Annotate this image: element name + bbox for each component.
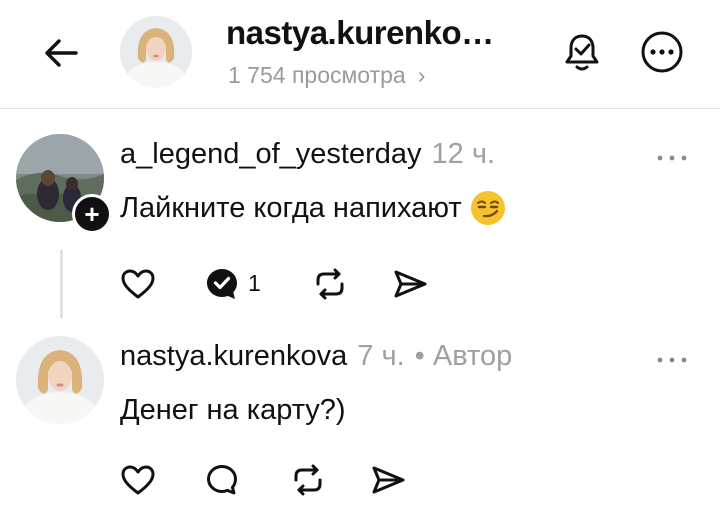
author-label: • Автор [414, 340, 513, 372]
like-button[interactable] [118, 460, 158, 500]
comment-body: Лайкните когда напихают [120, 191, 462, 224]
more-dots-icon [657, 155, 687, 161]
views-link[interactable]: 1 754 просмотра › [228, 62, 425, 89]
repost-button[interactable] [288, 460, 328, 500]
more-circle-icon [641, 31, 683, 73]
header: nastya.kurenko… 1 754 просмотра › [0, 0, 720, 108]
comment-more-button[interactable] [652, 348, 692, 372]
like-button[interactable] [118, 264, 158, 304]
repost-icon [294, 464, 322, 496]
comment-body: Денег на карту?) [120, 394, 346, 426]
profile-photo [120, 16, 192, 88]
author-avatar[interactable] [16, 336, 104, 424]
comment-time: 7 ч. [357, 340, 405, 372]
notifications-button[interactable] [560, 30, 604, 74]
header-avatar[interactable] [120, 16, 192, 88]
smirking-face-emoji [470, 191, 505, 225]
share-button[interactable] [390, 264, 430, 304]
heart-icon [121, 465, 155, 495]
more-dots-icon [657, 357, 687, 363]
more-options-button[interactable] [638, 28, 686, 76]
share-button[interactable] [368, 460, 408, 500]
heart-icon [121, 269, 155, 299]
reply-button[interactable] [202, 264, 242, 304]
comment-username[interactable]: nastya.kurenkova [120, 340, 347, 373]
repost-icon [316, 268, 344, 300]
bell-check-icon [565, 34, 599, 71]
comment-meta: a_legend_of_yesterday 12 ч. [120, 138, 495, 171]
views-count: 1 754 просмотра [228, 62, 406, 88]
reply-count: 1 [248, 270, 261, 296]
comment-text: Лайкните когда напихают [120, 190, 506, 226]
page-title: nastya.kurenko… [226, 14, 494, 51]
comment-time: 12 ч. [431, 138, 495, 170]
send-icon [372, 466, 405, 494]
thread-line [60, 250, 63, 318]
send-icon [394, 270, 427, 298]
reply-bubble-checked-icon [207, 269, 237, 299]
chevron-right-icon: › [417, 62, 426, 88]
repost-button[interactable] [310, 264, 350, 304]
reply-button[interactable] [202, 460, 242, 500]
comment-meta: nastya.kurenkova 7 ч. • Автор [120, 340, 512, 373]
header-divider [0, 108, 720, 109]
arrow-left-icon [45, 39, 78, 67]
comment-more-button[interactable] [652, 146, 692, 170]
comment-text: Денег на карту?) [120, 394, 346, 427]
profile-photo [16, 336, 104, 424]
follow-badge[interactable]: + [72, 194, 112, 234]
comment-username[interactable]: a_legend_of_yesterday [120, 138, 422, 171]
back-button[interactable] [36, 30, 86, 76]
reply-bubble-icon [207, 465, 237, 495]
